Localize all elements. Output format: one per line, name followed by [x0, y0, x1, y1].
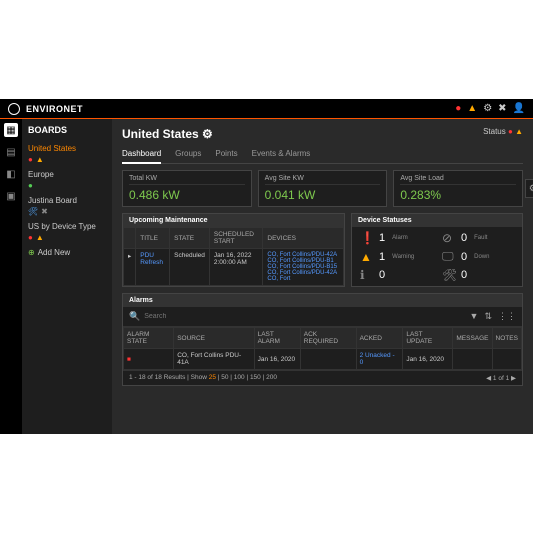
alarms-panel: Alarms 🔍 ▼ ⇅ ⋮⋮ ALARM STATE SOURCE LAST … — [122, 293, 523, 386]
maintenance-panel: Upcoming Maintenance TITLE STATE SCHEDUL… — [122, 213, 345, 287]
settings-flyout-icon[interactable]: ⚙ — [525, 179, 533, 198]
maintenance-table: TITLE STATE SCHEDULED START DEVICES ▸ PD… — [123, 227, 344, 286]
brand: ENVIRONET — [26, 104, 83, 114]
table-row[interactable]: ▸ PDU Refresh Scheduled Jan 16, 2022 2:0… — [124, 249, 344, 286]
sidebar-item-justina[interactable]: Justina Board 🛠✖ — [28, 193, 106, 219]
kpi-avgsite: Avg Site KW 0.041 kW — [258, 170, 388, 207]
sidebar-add-new[interactable]: ⊕Add New — [28, 245, 106, 260]
rail-devices-icon[interactable]: ▣ — [4, 189, 18, 203]
dev-down: 🖵0Down — [442, 249, 514, 264]
page-status: Status ● ▲ — [483, 127, 523, 136]
kpi-load: Avg Site Load 0.283% — [393, 170, 523, 207]
page-title: United States ⚙ — [122, 127, 523, 141]
topbar-alarm-icon[interactable]: ● — [455, 103, 461, 114]
topbar-gear-icon[interactable]: ⚙ — [483, 103, 492, 114]
alarms-table: ALARM STATE SOURCE LAST ALARM ACK REQUIR… — [123, 327, 522, 370]
alarm-search-row: 🔍 ▼ ⇅ ⋮⋮ — [123, 307, 522, 327]
dev-fault: ⊘0Fault — [442, 231, 514, 245]
filter-icon[interactable]: ▼ — [470, 311, 479, 322]
nav-rail: ▦ ▤ ◧ ▣ — [0, 119, 22, 434]
sidebar: BOARDS United States ●▲ Europe ● Justina… — [22, 119, 112, 434]
dev-alarm: ❗1Alarm — [360, 231, 432, 245]
app-window: ENVIRONET ● ▲ ⚙ ✖ 👤 ▦ ▤ ◧ ▣ BOARDS Unite… — [0, 99, 533, 434]
topbar-warning-icon[interactable]: ▲ — [467, 103, 477, 114]
sidebar-title: BOARDS — [28, 125, 106, 135]
sort-icon[interactable]: ⇅ — [484, 311, 492, 322]
tab-groups[interactable]: Groups — [175, 145, 201, 163]
pager-controls[interactable]: ◀ 1 of 1 ▶ — [486, 374, 516, 382]
rail-boards-icon[interactable]: ▦ — [4, 123, 18, 137]
sidebar-item-europe[interactable]: Europe ● — [28, 167, 106, 193]
tab-points[interactable]: Points — [215, 145, 237, 163]
kpi-total: Total KW 0.486 kW — [122, 170, 252, 207]
sidebar-item-usbytype[interactable]: US by Device Type ●▲ — [28, 219, 106, 245]
logo-icon — [8, 103, 20, 115]
dev-maint: 🛠0 — [442, 268, 514, 282]
device-status-panel: Device Statuses ❗1Alarm ⊘0Fault ▲1Warnin… — [351, 213, 523, 287]
topbar-tools-icon[interactable]: ✖ — [498, 103, 506, 114]
tab-events[interactable]: Events & Alarms — [252, 145, 311, 163]
content: United States ⚙ Status ● ▲ Dashboard Gro… — [112, 119, 533, 434]
search-icon: 🔍 — [129, 311, 140, 322]
topbar-user-icon[interactable]: 👤 — [513, 103, 525, 114]
rail-map-icon[interactable]: ▤ — [4, 145, 18, 159]
dev-warning: ▲1Warning — [360, 249, 432, 264]
topbar: ENVIRONET ● ▲ ⚙ ✖ 👤 — [0, 99, 533, 119]
sidebar-item-us[interactable]: United States ●▲ — [28, 141, 106, 167]
dev-info: ℹ0 — [360, 268, 432, 282]
tabs: Dashboard Groups Points Events & Alarms — [122, 145, 523, 164]
search-input[interactable] — [144, 313, 465, 320]
kpi-row: Total KW 0.486 kW Avg Site KW 0.041 kW A… — [122, 170, 523, 207]
tab-dashboard[interactable]: Dashboard — [122, 145, 161, 164]
rail-chart-icon[interactable]: ◧ — [4, 167, 18, 181]
pager: 1 - 18 of 18 Results | Show 25 | 50 | 10… — [123, 370, 522, 385]
columns-icon[interactable]: ⋮⋮ — [498, 311, 516, 322]
table-row[interactable]: ■ CO, Fort Collins PDU-41A Jan 16, 2020 … — [124, 349, 522, 370]
